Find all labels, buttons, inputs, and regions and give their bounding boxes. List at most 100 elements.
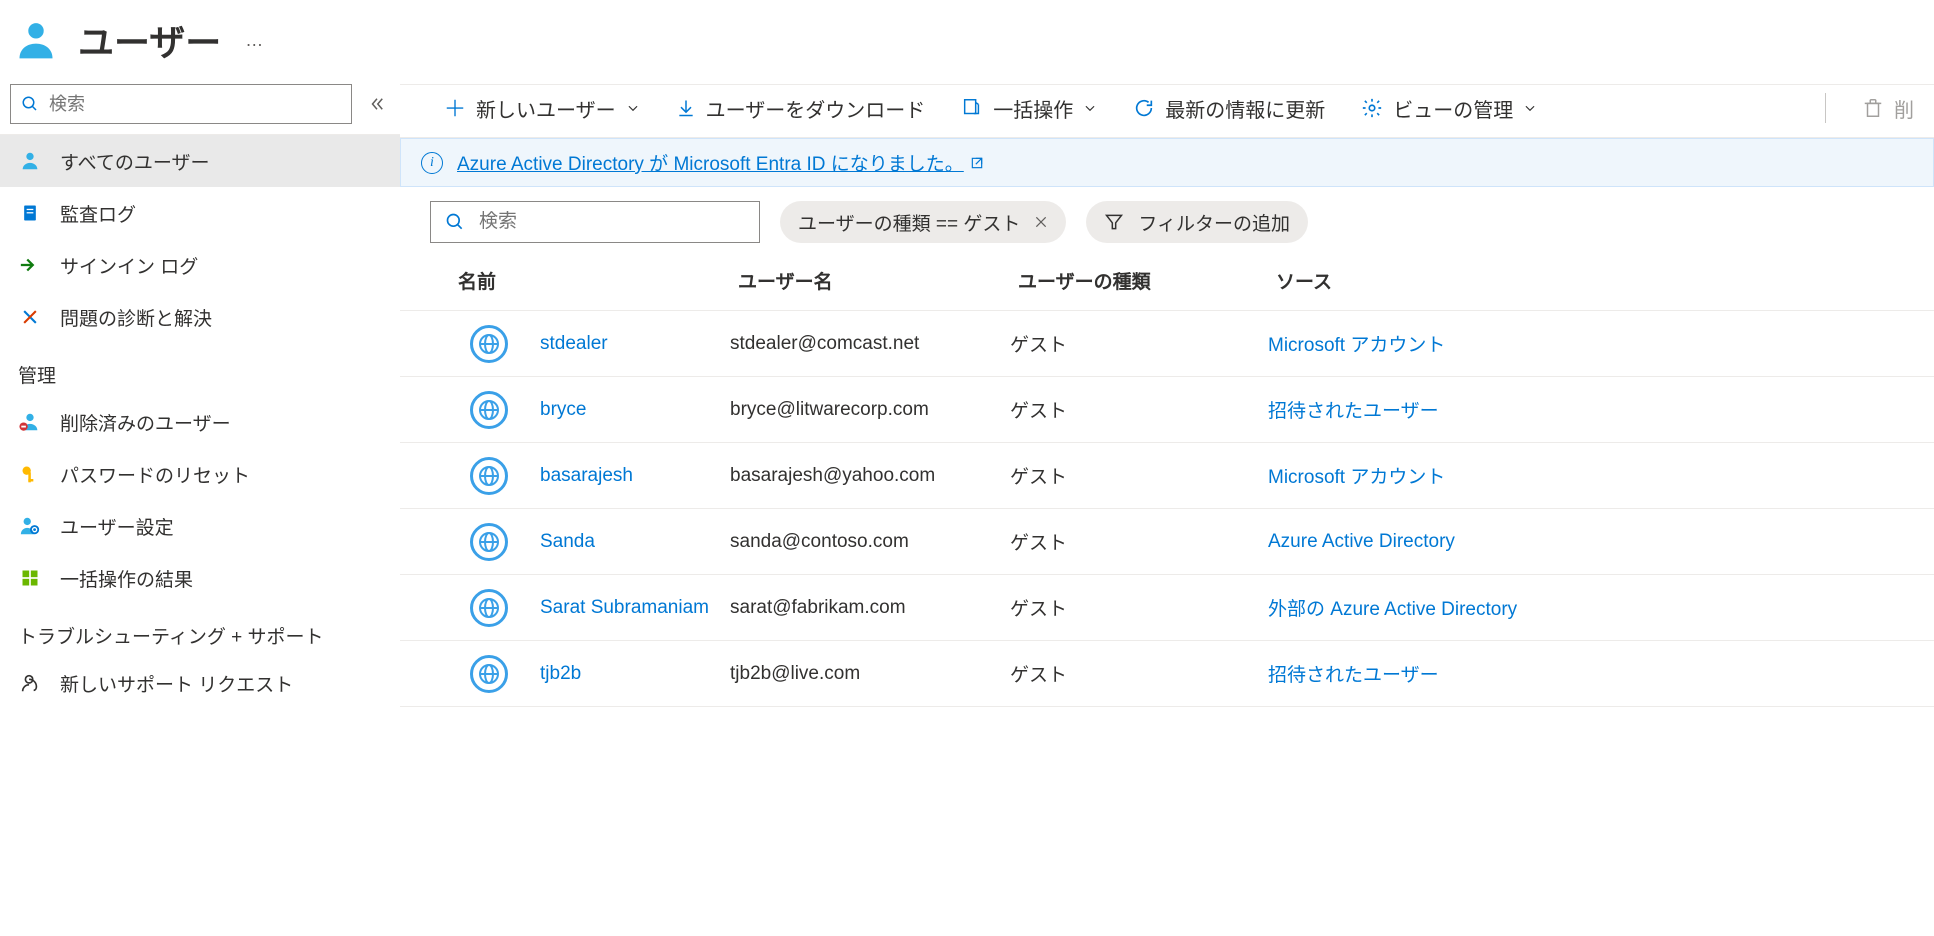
- cell-source[interactable]: Microsoft アカウント: [1268, 462, 1914, 489]
- sidebar-item-signin-logs[interactable]: サインイン ログ: [0, 239, 400, 291]
- toolbar-label: 最新の情報に更新: [1165, 94, 1325, 123]
- cell-source[interactable]: 外部の Azure Active Directory: [1268, 594, 1914, 621]
- sidebar-item-all-users[interactable]: すべてのユーザー: [0, 135, 400, 187]
- refresh-button[interactable]: 最新の情報に更新: [1133, 94, 1325, 123]
- cell-type: ゲスト: [1010, 396, 1268, 423]
- globe-icon: [470, 457, 508, 495]
- info-banner: i Azure Active Directory が Microsoft Ent…: [400, 138, 1934, 187]
- col-header-source[interactable]: ソース: [1276, 267, 1914, 294]
- toolbar-label: 削: [1894, 94, 1914, 123]
- user-icon: [18, 149, 42, 173]
- cell-type: ゲスト: [1010, 330, 1268, 357]
- col-header-username[interactable]: ユーザー名: [738, 267, 1018, 294]
- info-text: Azure Active Directory が Microsoft Entra…: [457, 149, 964, 176]
- log-icon: [18, 201, 42, 225]
- table-row[interactable]: tjb2btjb2b@live.comゲスト招待されたユーザー: [400, 641, 1934, 707]
- globe-icon: [470, 523, 508, 561]
- sidebar-item-label: 新しいサポート リクエスト: [60, 670, 293, 697]
- toolbar-label: ビューの管理: [1393, 94, 1513, 123]
- support-icon: [18, 671, 42, 695]
- filter-pill-label: フィルターの追加: [1138, 209, 1290, 236]
- filter-pill-user-type[interactable]: ユーザーの種類 == ゲスト: [780, 201, 1066, 243]
- cell-name[interactable]: Sanda: [540, 531, 730, 553]
- info-link[interactable]: Azure Active Directory が Microsoft Entra…: [457, 149, 984, 176]
- deleted-user-icon: [18, 410, 42, 434]
- more-actions-button[interactable]: …: [235, 30, 275, 51]
- users-table: 名前 ユーザー名 ユーザーの種類 ソース stdealerstdealer@co…: [400, 257, 1934, 707]
- chevron-down-icon: [1523, 101, 1537, 115]
- command-bar: 新しいユーザー ユーザーをダウンロード 一括操作 最新の情報に更新 ビューの管理: [400, 85, 1934, 138]
- table-row[interactable]: stdealerstdealer@comcast.netゲストMicrosoft…: [400, 311, 1934, 377]
- col-header-type[interactable]: ユーザーの種類: [1018, 267, 1276, 294]
- sidebar-item-label: 問題の診断と解決: [60, 304, 212, 331]
- cell-type: ゲスト: [1010, 528, 1268, 555]
- diagnose-icon: [18, 305, 42, 329]
- sidebar: すべてのユーザー 監査ログ サインイン ログ 問題の診断と解決 管理 削除済みの…: [0, 84, 400, 709]
- table-row[interactable]: basarajeshbasarajesh@yahoo.comゲストMicroso…: [400, 443, 1934, 509]
- cell-username: stdealer@comcast.net: [730, 333, 1010, 355]
- cell-name[interactable]: basarajesh: [540, 465, 730, 487]
- cell-username: sarat@fabrikam.com: [730, 597, 1010, 619]
- download-icon: [676, 98, 696, 118]
- cell-username: basarajesh@yahoo.com: [730, 465, 1010, 487]
- cell-source[interactable]: 招待されたユーザー: [1268, 396, 1914, 423]
- trash-icon: [1862, 97, 1884, 119]
- search-icon: [21, 95, 39, 113]
- new-user-button[interactable]: 新しいユーザー: [444, 94, 640, 123]
- remove-filter-icon[interactable]: [1034, 215, 1048, 229]
- sidebar-item-user-settings[interactable]: ユーザー設定: [0, 500, 400, 552]
- refresh-icon: [1133, 97, 1155, 119]
- cell-source[interactable]: 招待されたユーザー: [1268, 660, 1914, 687]
- cell-username: sanda@contoso.com: [730, 531, 1010, 553]
- sidebar-item-label: サインイン ログ: [60, 252, 198, 279]
- cell-source[interactable]: Azure Active Directory: [1268, 531, 1914, 553]
- key-icon: [18, 462, 42, 486]
- globe-icon: [470, 655, 508, 693]
- cell-type: ゲスト: [1010, 660, 1268, 687]
- delete-button[interactable]: 削: [1862, 94, 1914, 123]
- cell-name[interactable]: stdealer: [540, 333, 730, 355]
- main-content: 新しいユーザー ユーザーをダウンロード 一括操作 最新の情報に更新 ビューの管理: [400, 84, 1934, 709]
- user-settings-icon: [18, 514, 42, 538]
- table-header: 名前 ユーザー名 ユーザーの種類 ソース: [400, 257, 1934, 311]
- cell-username: bryce@litwarecorp.com: [730, 399, 1010, 421]
- sidebar-item-audit-logs[interactable]: 監査ログ: [0, 187, 400, 239]
- toolbar-label: ユーザーをダウンロード: [706, 94, 926, 123]
- cell-source[interactable]: Microsoft アカウント: [1268, 330, 1914, 357]
- search-icon: [445, 212, 465, 232]
- sidebar-item-bulk-results[interactable]: 一括操作の結果: [0, 552, 400, 604]
- col-header-name[interactable]: 名前: [458, 267, 738, 294]
- table-row[interactable]: brycebryce@litwarecorp.comゲスト招待されたユーザー: [400, 377, 1934, 443]
- bulk-operations-button[interactable]: 一括操作: [961, 94, 1097, 123]
- chevron-down-icon: [1083, 101, 1097, 115]
- download-users-button[interactable]: ユーザーをダウンロード: [676, 94, 926, 123]
- toolbar-label: 新しいユーザー: [476, 94, 616, 123]
- collapse-sidebar-button[interactable]: [362, 89, 392, 119]
- bulk-icon: [18, 566, 42, 590]
- sidebar-item-label: 削除済みのユーザー: [60, 409, 231, 436]
- plus-icon: [444, 97, 466, 119]
- bulk-ops-icon: [961, 97, 983, 119]
- table-row[interactable]: Sarat Subramaniamsarat@fabrikam.comゲスト外部…: [400, 575, 1934, 641]
- filter-icon: [1104, 212, 1124, 232]
- sidebar-item-diagnose[interactable]: 問題の診断と解決: [0, 291, 400, 343]
- filter-pill-label: ユーザーの種類 == ゲスト: [798, 209, 1020, 236]
- gear-icon: [1361, 97, 1383, 119]
- users-search-input[interactable]: [430, 201, 760, 243]
- sidebar-item-label: ユーザー設定: [60, 513, 174, 540]
- add-filter-button[interactable]: フィルターの追加: [1086, 201, 1308, 243]
- sidebar-item-deleted-users[interactable]: 削除済みのユーザー: [0, 396, 400, 448]
- cell-type: ゲスト: [1010, 594, 1268, 621]
- cell-name[interactable]: Sarat Subramaniam: [540, 597, 730, 619]
- sidebar-item-label: 一括操作の結果: [60, 565, 193, 592]
- sidebar-item-password-reset[interactable]: パスワードのリセット: [0, 448, 400, 500]
- globe-icon: [470, 325, 508, 363]
- cell-name[interactable]: tjb2b: [540, 663, 730, 685]
- cell-name[interactable]: bryce: [540, 399, 730, 421]
- manage-view-button[interactable]: ビューの管理: [1361, 94, 1537, 123]
- table-row[interactable]: Sandasanda@contoso.comゲストAzure Active Di…: [400, 509, 1934, 575]
- info-icon: i: [421, 152, 443, 174]
- sidebar-item-new-support[interactable]: 新しいサポート リクエスト: [0, 657, 400, 709]
- sidebar-search-input[interactable]: [10, 84, 352, 124]
- signin-icon: [18, 253, 42, 277]
